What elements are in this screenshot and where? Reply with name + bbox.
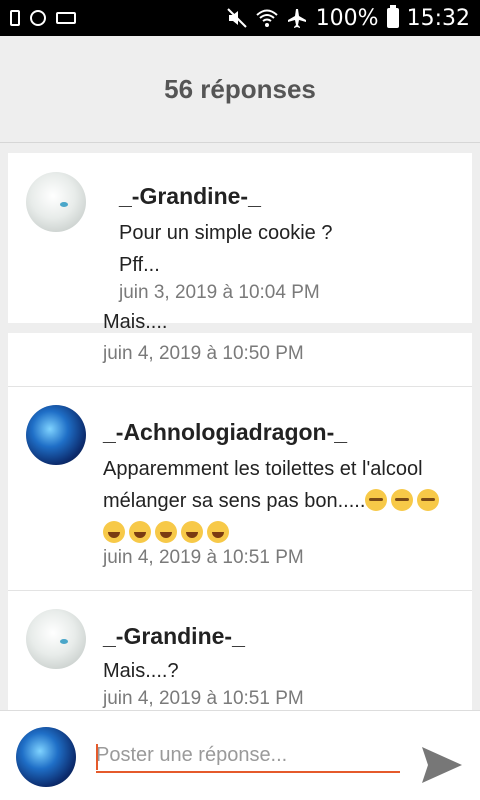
reply-emoji-line: [103, 517, 233, 549]
post-text-line-2: Pff...: [119, 254, 160, 276]
reply-text: mélanger sa sens pas bon.....: [103, 490, 366, 512]
post-text-line-1: Pour un simple cookie ?: [119, 222, 333, 244]
laughing-emoji-icon: [103, 521, 125, 543]
timestamp: juin 4, 2019 à 10:51 PM: [103, 688, 304, 709]
timestamp: juin 4, 2019 à 10:50 PM: [103, 343, 304, 364]
voicemail-icon: [56, 12, 76, 24]
replies-list: Mais.... juin 4, 2019 à 10:50 PM _-Achno…: [8, 311, 472, 710]
mute-icon: [226, 8, 247, 28]
divider: [8, 590, 472, 591]
timestamp: juin 3, 2019 à 10:04 PM: [119, 282, 320, 303]
timestamp: juin 4, 2019 à 10:51 PM: [103, 547, 304, 568]
laughing-emoji-icon: [181, 521, 203, 543]
battery-icon: [386, 5, 399, 28]
avatar[interactable]: [26, 405, 86, 465]
status-bar: 100% 15:32: [0, 0, 480, 36]
reply-input[interactable]: [96, 739, 400, 773]
header: 56 réponses: [0, 36, 480, 143]
battery-percent: 100%: [315, 5, 379, 31]
crying-emoji-icon: [417, 489, 440, 511]
divider: [8, 386, 472, 387]
reply-text: Mais....?: [103, 660, 179, 682]
original-post-card: _-Grandine-_ Pour un simple cookie ? Pff…: [8, 153, 472, 323]
page-title: 56 réponses: [164, 73, 316, 104]
status-right: 100% 15:32: [226, 5, 470, 31]
avatar[interactable]: [26, 609, 86, 669]
crying-emoji-icon: [391, 489, 414, 511]
messenger-icon: [30, 10, 46, 26]
partial-message: Mais....: [103, 311, 168, 333]
avatar[interactable]: [26, 172, 86, 232]
replies-scroll-area[interactable]: _-Grandine-_ Pour un simple cookie ? Pff…: [0, 143, 480, 710]
send-icon[interactable]: [420, 743, 464, 787]
username[interactable]: _-Grandine-_: [103, 623, 245, 650]
current-user-avatar: [16, 727, 76, 787]
reply-composer: [0, 710, 480, 800]
laughing-emoji-icon: [207, 521, 229, 543]
battery-level-icon: [10, 10, 20, 26]
avatar-eye: [60, 202, 68, 207]
reply-text-line-2: mélanger sa sens pas bon.....: [103, 485, 443, 517]
airplane-mode-icon: [287, 9, 306, 28]
clock: 15:32: [406, 5, 470, 31]
text-cursor: [96, 744, 98, 770]
status-left-icons: [10, 10, 76, 26]
laughing-emoji-icon: [155, 521, 177, 543]
reply-text-line-1: Apparemment les toilettes et l'alcool: [103, 458, 423, 480]
wifi-icon: [256, 9, 278, 27]
username[interactable]: _-Achnologiadragon-_: [103, 419, 347, 446]
crying-emoji-icon: [365, 489, 388, 511]
laughing-emoji-icon: [129, 521, 151, 543]
avatar-eye: [60, 639, 68, 644]
username[interactable]: _-Grandine-_: [119, 183, 261, 210]
